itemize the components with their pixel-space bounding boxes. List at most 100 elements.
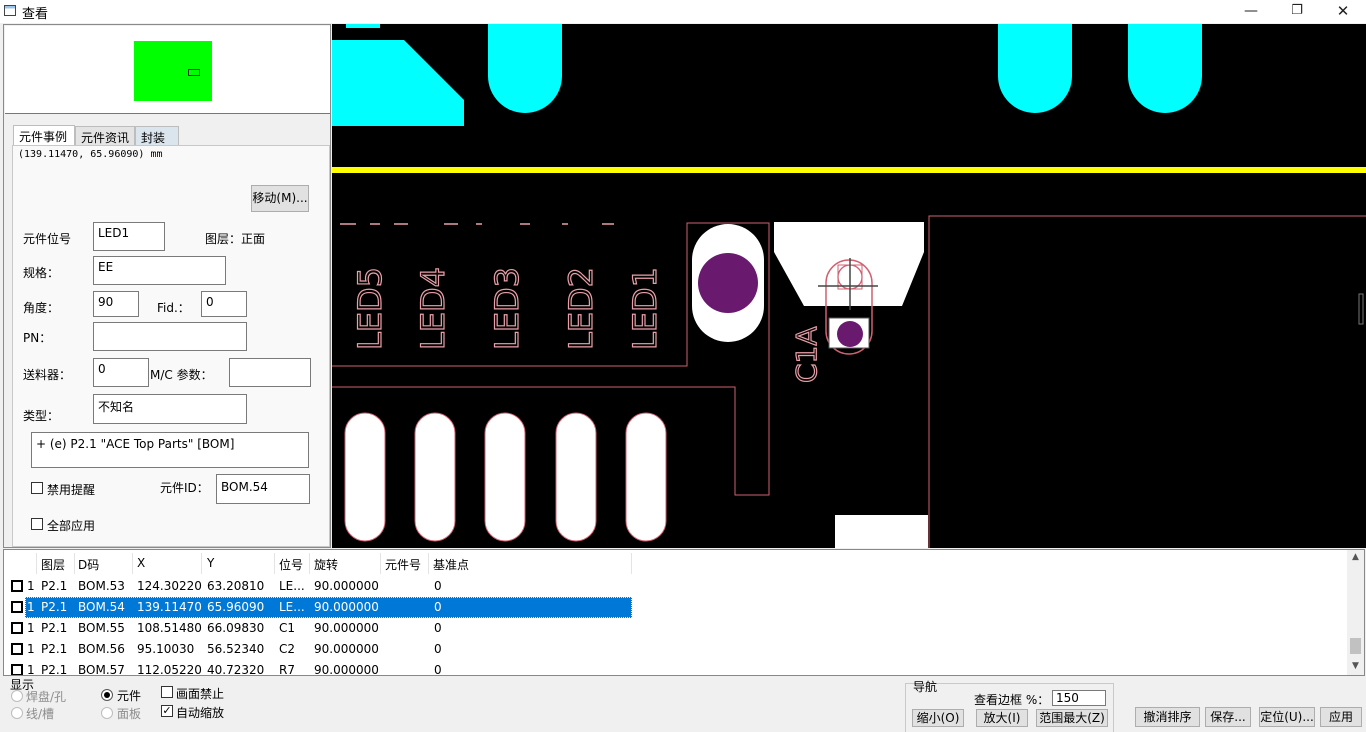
view-margin-field[interactable]: 150 (1052, 690, 1106, 706)
apply-all-checkbox[interactable] (31, 518, 43, 530)
title-bar: 查看 — ❐ ✕ (0, 0, 1366, 23)
zoom-in-button[interactable]: 放大(I) (976, 709, 1028, 727)
feeder-label: 送料器： (23, 368, 72, 382)
bottom-pads (344, 412, 667, 542)
copper-top-fragment (346, 24, 380, 28)
table-row-selected[interactable]: 1 P2.1 BOM.54 139.11470 65.96090 LE... 9… (4, 597, 632, 618)
radio-component-label: 元件 (117, 689, 142, 703)
angle-label: 角度： (23, 301, 60, 315)
fid-field[interactable]: 0 (201, 291, 247, 317)
silk-led5: LED5 (351, 267, 389, 350)
move-button[interactable]: 移动(M)... (251, 185, 309, 212)
no-draw-label: 画面禁止 (176, 687, 225, 701)
tab-component-info[interactable]: 元件资讯 (75, 126, 135, 146)
copper-pad-left (332, 40, 464, 126)
copper-pad-1 (488, 24, 562, 113)
component-panel: 元件事例 元件资讯 封装 (139.11470, 65.96090) mm 移动… (3, 24, 331, 548)
tab-page: (139.11470, 65.96090) mm 移动(M)... 元件位号 L… (12, 145, 330, 547)
col-part-number[interactable]: 元件号 (385, 556, 421, 573)
c1a-via (837, 321, 863, 347)
radio-line-slot[interactable] (11, 707, 23, 719)
type-field[interactable]: 不知名 (93, 394, 247, 424)
auto-zoom-checkbox[interactable]: ✓ (161, 705, 173, 717)
zoom-out-button[interactable]: 缩小(O) (912, 709, 964, 727)
scroll-down-icon[interactable]: ▼ (1347, 661, 1364, 671)
save-button[interactable]: 保存... (1205, 707, 1251, 727)
disable-alert-checkbox[interactable] (31, 482, 43, 494)
silk-c1a: C1A (790, 326, 823, 383)
maximize-button[interactable]: ❐ (1274, 0, 1320, 23)
mc-param-field[interactable] (229, 358, 311, 387)
view-margin-label: 查看边框 %： (974, 693, 1050, 707)
col-fiducial[interactable]: 基准点 (433, 556, 469, 573)
row-checkbox[interactable] (11, 622, 23, 634)
spec-label: 规格： (23, 266, 60, 280)
c1a-pad (774, 222, 924, 306)
ref-label: 元件位号 (23, 232, 72, 246)
auto-zoom-label: 自动缩放 (176, 706, 225, 720)
col-x[interactable]: X (137, 556, 145, 570)
table-row[interactable]: 1 P2.1 BOM.56 95.10030 56.52340 C2 90.00… (4, 639, 632, 660)
fid-label: Fid.： (157, 301, 190, 315)
col-ref[interactable]: 位号 (279, 556, 303, 573)
preview-board (134, 41, 212, 101)
radio-pad-hole[interactable] (11, 690, 23, 702)
silk-led2: LED2 (562, 267, 600, 350)
radio-component[interactable] (101, 689, 113, 701)
apply-button[interactable]: 应用 (1320, 707, 1362, 727)
bottom-toolbar: 显示 焊盘/孔 线/槽 元件 面板 画面禁止 ✓ 自动缩放 导航 查看边框 %：… (0, 677, 1366, 732)
row-checkbox[interactable] (11, 580, 23, 592)
angle-field[interactable]: 90 (93, 291, 139, 317)
table-row[interactable]: 1 P2.1 BOM.55 108.51480 66.09830 C1 90.0… (4, 618, 632, 639)
spec-field[interactable]: EE (93, 256, 226, 285)
type-label: 类型： (23, 409, 60, 423)
row-checkbox[interactable] (11, 664, 23, 675)
no-draw-checkbox[interactable] (161, 686, 173, 698)
pcb-canvas[interactable]: LED5 LED4 LED3 LED2 LED1 C1A (332, 24, 1366, 548)
row-checkbox[interactable] (11, 601, 23, 613)
minimize-button[interactable]: — (1228, 0, 1274, 23)
zoom-extent-button[interactable]: 范围最大(Z) (1036, 709, 1108, 727)
pn-field[interactable] (93, 322, 247, 351)
component-id-field[interactable]: BOM.54 (216, 474, 310, 504)
table-row[interactable]: 1 P2.1 BOM.57 112.05220 40.72320 R7 90.0… (4, 660, 632, 675)
tab-component-instance[interactable]: 元件事例 (13, 125, 75, 146)
undo-sort-button[interactable]: 撤消排序 (1135, 707, 1200, 727)
apply-all-label: 全部应用 (47, 519, 96, 533)
copper-pad-3 (1128, 24, 1202, 113)
tab-package[interactable]: 封装 (135, 126, 179, 146)
feeder-field[interactable]: 0 (93, 358, 149, 387)
mc-param-label: M/C 参数： (150, 368, 213, 382)
layer-label: 图层：正面 (205, 232, 266, 246)
col-y[interactable]: Y (207, 556, 214, 570)
col-rotation[interactable]: 旋转 (314, 556, 338, 573)
table-scrollbar[interactable]: ▲ ▼ (1347, 550, 1364, 675)
ref-field[interactable]: LED1 (93, 222, 165, 251)
component-id-label: 元件ID： (160, 481, 209, 495)
silk-led1: LED1 (626, 267, 664, 350)
scroll-thumb[interactable] (1350, 638, 1361, 654)
bom-info-box[interactable]: + (e) P2.1 "ACE Top Parts" [BOM] (31, 432, 309, 468)
radio-line-slot-label: 线/槽 (26, 707, 55, 721)
close-button[interactable]: ✕ (1320, 0, 1366, 23)
col-layer[interactable]: 图层 (41, 556, 65, 573)
coordinate-readout: (139.11470, 65.96090) mm (18, 149, 163, 160)
col-dcode[interactable]: D码 (78, 556, 99, 573)
radio-pad-hole-label: 焊盘/孔 (26, 690, 67, 704)
navigation-group-title: 导航 (913, 680, 938, 694)
table-row[interactable]: 1 P2.1 BOM.53 124.30220 63.20810 LE... 9… (4, 576, 632, 597)
component-table: 图层 D码 X Y 位号 旋转 元件号 基准点 1 P2.1 BOM.53 12… (3, 549, 1365, 676)
board-preview[interactable] (5, 26, 330, 114)
copper-pad-2 (998, 24, 1072, 113)
locate-button[interactable]: 定位(U)... (1259, 707, 1315, 727)
silk-led4: LED4 (414, 267, 452, 350)
radio-panel[interactable] (101, 707, 113, 719)
preview-viewport-marker (188, 69, 200, 76)
disable-alert-label: 禁用提醒 (47, 483, 96, 497)
scroll-up-icon[interactable]: ▲ (1347, 552, 1364, 562)
led1-via (698, 253, 758, 313)
row-checkbox[interactable] (11, 643, 23, 655)
radio-panel-label: 面板 (117, 707, 142, 721)
silk-led3: LED3 (488, 267, 526, 350)
window-title: 查看 (22, 7, 49, 22)
